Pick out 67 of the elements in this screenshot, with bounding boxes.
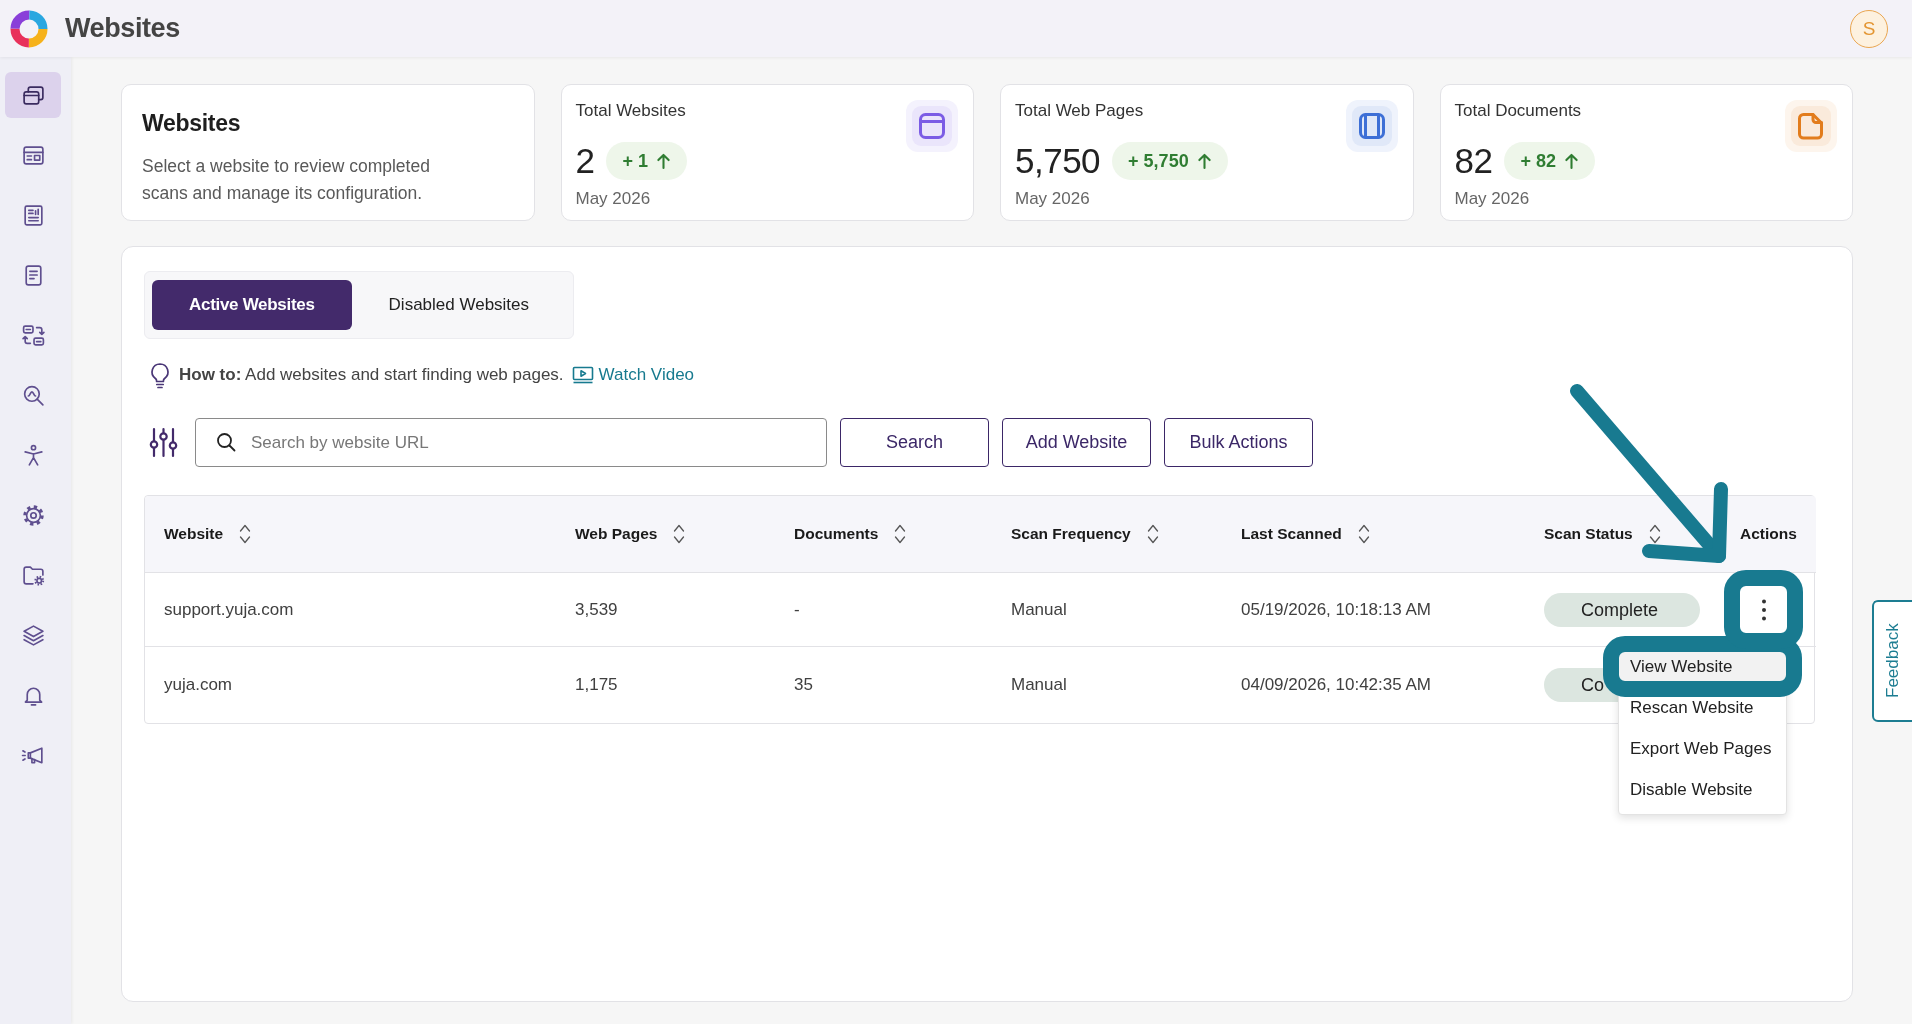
search-field[interactable]: Search by website URL [195, 418, 827, 467]
stat-value: 2 [575, 142, 595, 180]
table-cell-text: Manual [1010, 674, 1068, 697]
filter-sliders-icon[interactable] [148, 427, 179, 458]
action-button[interactable]: Bulk Actions [1164, 418, 1313, 467]
stat-title: Total Websites [575, 100, 687, 122]
table-cell-text: 1,175 [574, 674, 619, 697]
arrow-up-icon [1564, 152, 1579, 170]
layers-icon [20, 622, 46, 648]
swap-icon [20, 322, 46, 348]
stat-value: 5,750 [1015, 142, 1101, 180]
sort-icon[interactable] [673, 523, 686, 545]
menu-item[interactable]: Export Web Pages [1619, 728, 1786, 769]
action-button[interactable]: Add Website [1002, 418, 1151, 467]
sort-icon[interactable] [1357, 523, 1370, 545]
how-to-text: How to: Add websites and start finding web pages. [179, 364, 564, 387]
search-icon [216, 432, 236, 452]
column-header: Scan Frequency [1011, 524, 1131, 545]
trend-value: + 1 [622, 149, 648, 173]
window-icon [906, 100, 958, 152]
table-cell: - [775, 573, 992, 647]
menu-item[interactable]: Rescan Website [1619, 687, 1786, 728]
table-cell: 3,539 [556, 573, 775, 647]
settings-icon [20, 502, 46, 528]
menu-item[interactable]: Disable Website [1619, 769, 1786, 810]
sort-icon[interactable] [894, 523, 907, 545]
trend-value: + 82 [1520, 149, 1556, 173]
card-title: Websites [142, 109, 242, 137]
tab[interactable]: Active Websites [152, 280, 352, 330]
status-text: Co [1581, 674, 1604, 696]
column-header: Scan Status [1544, 524, 1633, 545]
stat-title: Total Web Pages [1015, 100, 1145, 122]
column-header: Last Scanned [1241, 524, 1342, 545]
table-cell: support.yuja.com [145, 573, 556, 647]
table-cell-text: 35 [793, 674, 814, 697]
card-description: Select a website to review completed scans and manage its configuration. [142, 155, 431, 205]
column-header: Web Pages [575, 524, 658, 545]
page-title: Websites [65, 12, 180, 46]
table-cell-text: 04/09/2026, 10:42:35 AM [1240, 674, 1432, 697]
table-cell: Manual [992, 573, 1222, 647]
stat-title: Total Documents [1454, 100, 1583, 122]
column-header: Website [164, 524, 224, 545]
tab[interactable]: Disabled Websites [351, 280, 567, 330]
lightbulb-icon [149, 361, 171, 389]
column-header: Actions [1740, 524, 1797, 545]
sort-icon[interactable] [1648, 523, 1661, 545]
arrow-up-icon [1196, 152, 1212, 170]
status-text: Complete [1581, 598, 1659, 621]
stat-value: 82 [1454, 142, 1493, 180]
video-icon [571, 366, 594, 384]
stat-period: May 2026 [1454, 188, 1531, 210]
table-cell-text: yuja.com [163, 674, 234, 697]
arrow-up-icon [656, 152, 671, 170]
sidebar-item[interactable] [5, 72, 61, 118]
table-cell: 05/19/2026, 10:18:13 AM [1222, 573, 1525, 647]
action-button[interactable]: Search [840, 418, 989, 467]
watch-video-link[interactable]: Watch Video [571, 362, 695, 388]
trend-value: + 5,750 [1128, 149, 1189, 173]
stat-period: May 2026 [575, 188, 652, 210]
sort-icon[interactable] [239, 523, 252, 545]
feedback-tab[interactable]: Feedback [1872, 600, 1912, 722]
panel-icon [1345, 100, 1398, 152]
column-header: Documents [794, 524, 879, 545]
document-icon [1785, 100, 1837, 152]
stat-period: May 2026 [1015, 188, 1091, 210]
kebab-icon [1760, 597, 1767, 622]
sort-icon[interactable] [1146, 523, 1159, 545]
